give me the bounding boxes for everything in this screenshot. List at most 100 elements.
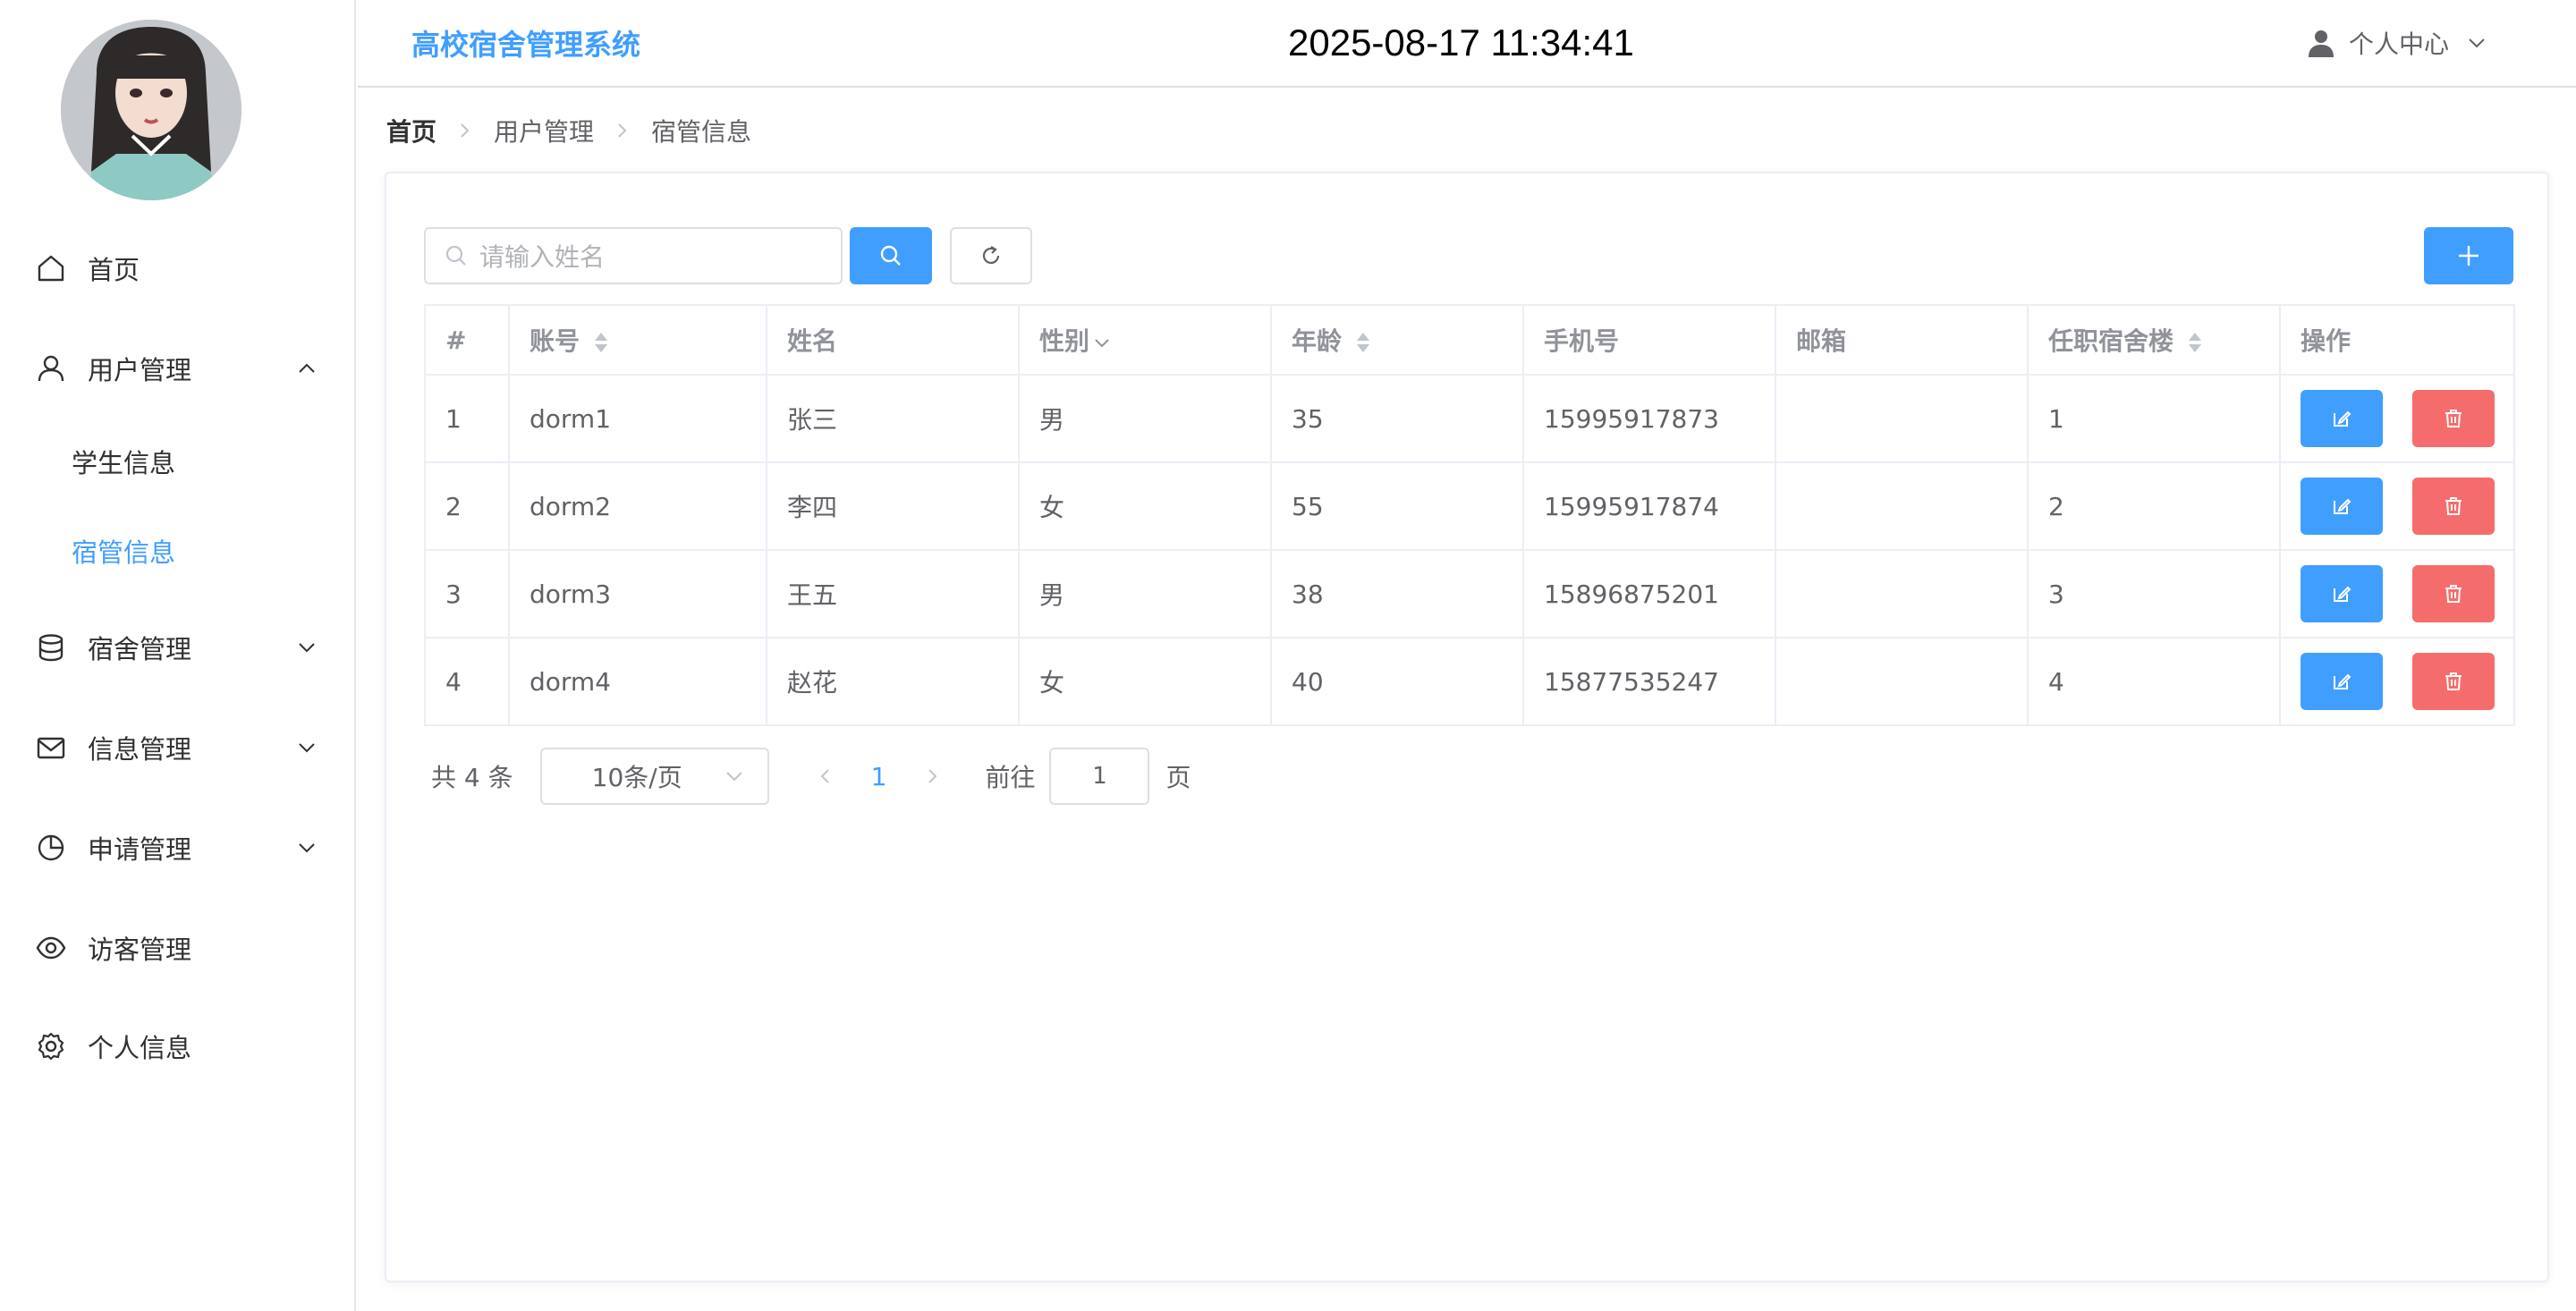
chevron-up-icon <box>299 363 315 373</box>
delete-button[interactable] <box>2411 653 2495 710</box>
chevron-down-icon <box>299 743 315 753</box>
edit-button[interactable] <box>2301 565 2383 622</box>
pagination-total: 共 4 条 <box>431 763 513 792</box>
breadcrumb-current: 宿管信息 <box>651 117 752 147</box>
cell-age: 35 <box>1270 374 1524 463</box>
sidebar-subitem-label: 学生信息 <box>72 448 176 478</box>
column-header-gender[interactable]: 性别 <box>1018 304 1272 376</box>
sidebar-item-label: 首页 <box>88 255 140 285</box>
cell-index: 2 <box>424 461 510 551</box>
sidebar: 首页 用户管理 学生信息 宿管信息 宿舍管理 信息管理 申请管理 访客管理 个人… <box>0 0 356 1311</box>
column-header-phone: 手机号 <box>1522 304 1776 376</box>
search-button[interactable] <box>850 227 932 284</box>
sidebar-item-label: 访客管理 <box>88 935 192 965</box>
trash-icon <box>2445 497 2462 515</box>
sidebar-item-home[interactable]: 首页 <box>0 224 354 313</box>
chevron-down-icon <box>299 643 315 653</box>
search-icon <box>880 245 901 266</box>
avatar-image <box>61 20 242 200</box>
next-page-icon[interactable] <box>922 766 942 786</box>
cell-building: 1 <box>2027 374 2281 463</box>
pie-chart-icon <box>38 834 64 861</box>
cell-actions <box>2279 374 2515 463</box>
sidebar-subitem-dorm-manager-info[interactable]: 宿管信息 <box>0 506 354 596</box>
sidebar-item-label: 信息管理 <box>88 734 192 765</box>
reset-button[interactable] <box>950 227 1032 284</box>
sidebar-item-dorm-management[interactable]: 宿舍管理 <box>0 603 354 692</box>
table-row: 2 dorm2 李四 女 55 15995917874 2 <box>424 461 2515 551</box>
table-row: 3 dorm3 王五 男 38 15896875201 3 <box>424 549 2515 639</box>
delete-button[interactable] <box>2411 478 2495 535</box>
page-size-value: 10条/页 <box>591 763 682 792</box>
plus-icon <box>2459 246 2479 266</box>
cell-phone: 15995917873 <box>1522 374 1776 463</box>
edit-button[interactable] <box>2301 653 2383 710</box>
column-header-age[interactable]: 年龄 <box>1270 304 1524 376</box>
refresh-icon <box>982 246 1000 264</box>
user-icon <box>38 355 64 382</box>
page-number-current[interactable]: 1 <box>871 762 887 791</box>
user-center-label: 个人中心 <box>2349 30 2450 59</box>
column-header-account[interactable]: 账号 <box>508 304 767 376</box>
cell-name: 张三 <box>766 374 1020 463</box>
app-title: 高校宿舍管理系统 <box>411 28 641 62</box>
delete-button[interactable] <box>2411 565 2495 622</box>
table-header-row: # 账号 姓名 性别 年龄 手机号 邮箱 任职宿舍楼 操作 <box>424 304 2515 376</box>
goto-page-input[interactable] <box>1049 748 1150 805</box>
trash-icon <box>2445 585 2462 603</box>
cell-age: 55 <box>1270 461 1524 551</box>
chevron-down-icon <box>2469 38 2485 48</box>
cell-age: 40 <box>1270 637 1524 726</box>
user-center-dropdown[interactable]: 个人中心 <box>2308 25 2487 61</box>
cell-actions <box>2279 461 2515 551</box>
cell-account: dorm2 <box>508 461 767 551</box>
sidebar-item-user-management[interactable]: 用户管理 <box>0 324 354 413</box>
avatar[interactable] <box>61 20 242 200</box>
sidebar-subitem-student-info[interactable]: 学生信息 <box>0 417 354 506</box>
page-size-select[interactable]: 10条/页 <box>539 748 769 805</box>
cell-account: dorm3 <box>508 549 767 639</box>
trash-icon <box>2445 410 2462 427</box>
cell-email <box>1775 637 2029 726</box>
cell-phone: 15877535247 <box>1522 637 1776 726</box>
cell-gender: 女 <box>1018 637 1272 726</box>
filter-arrow-icon[interactable] <box>1093 334 1111 351</box>
breadcrumb-home[interactable]: 首页 <box>386 113 436 148</box>
cell-age: 38 <box>1270 549 1524 639</box>
cell-account: dorm4 <box>508 637 767 726</box>
table-row: 1 dorm1 张三 男 35 15995917873 1 <box>424 374 2515 463</box>
sidebar-item-info-management[interactable]: 信息管理 <box>0 703 354 792</box>
column-header-building[interactable]: 任职宿舍楼 <box>2027 304 2281 376</box>
delete-button[interactable] <box>2411 390 2495 447</box>
cell-gender: 男 <box>1018 374 1272 463</box>
cell-phone: 15995917874 <box>1522 461 1776 551</box>
page-unit-label: 页 <box>1165 763 1191 792</box>
sort-caret-icon[interactable] <box>1354 330 1372 355</box>
search-box <box>424 227 843 284</box>
edit-button[interactable] <box>2301 390 2383 447</box>
prev-page-icon[interactable] <box>816 766 835 786</box>
edit-icon <box>2334 410 2351 427</box>
sort-caret-icon[interactable] <box>2186 330 2204 355</box>
edit-button[interactable] <box>2301 478 2383 535</box>
add-button[interactable] <box>2424 227 2513 284</box>
search-input[interactable] <box>479 236 828 277</box>
sidebar-item-personal-info[interactable]: 个人信息 <box>0 1002 354 1091</box>
search-icon <box>445 245 466 266</box>
sort-caret-icon[interactable] <box>592 330 610 355</box>
content-card: # 账号 姓名 性别 年龄 手机号 邮箱 任职宿舍楼 操作 1 dorm1 张三… <box>385 172 2549 1282</box>
chevron-down-icon <box>725 772 742 782</box>
chevron-right-icon <box>618 123 627 138</box>
sidebar-item-application-management[interactable]: 申请管理 <box>0 803 354 892</box>
cell-actions <box>2279 549 2515 639</box>
gear-icon <box>38 1032 64 1061</box>
cell-name: 王五 <box>766 549 1020 639</box>
dorm-manager-table: # 账号 姓名 性别 年龄 手机号 邮箱 任职宿舍楼 操作 1 dorm1 张三… <box>424 304 2515 726</box>
breadcrumb-user-management: 用户管理 <box>494 117 595 147</box>
home-icon <box>38 255 64 282</box>
top-header: 高校宿舍管理系统 2025-08-17 11:34:41 个人中心 <box>358 0 2576 88</box>
sidebar-item-label: 申请管理 <box>88 834 192 865</box>
sidebar-item-visitor-management[interactable]: 访客管理 <box>0 903 354 993</box>
cell-building: 2 <box>2027 461 2281 551</box>
cell-building: 3 <box>2027 549 2281 639</box>
